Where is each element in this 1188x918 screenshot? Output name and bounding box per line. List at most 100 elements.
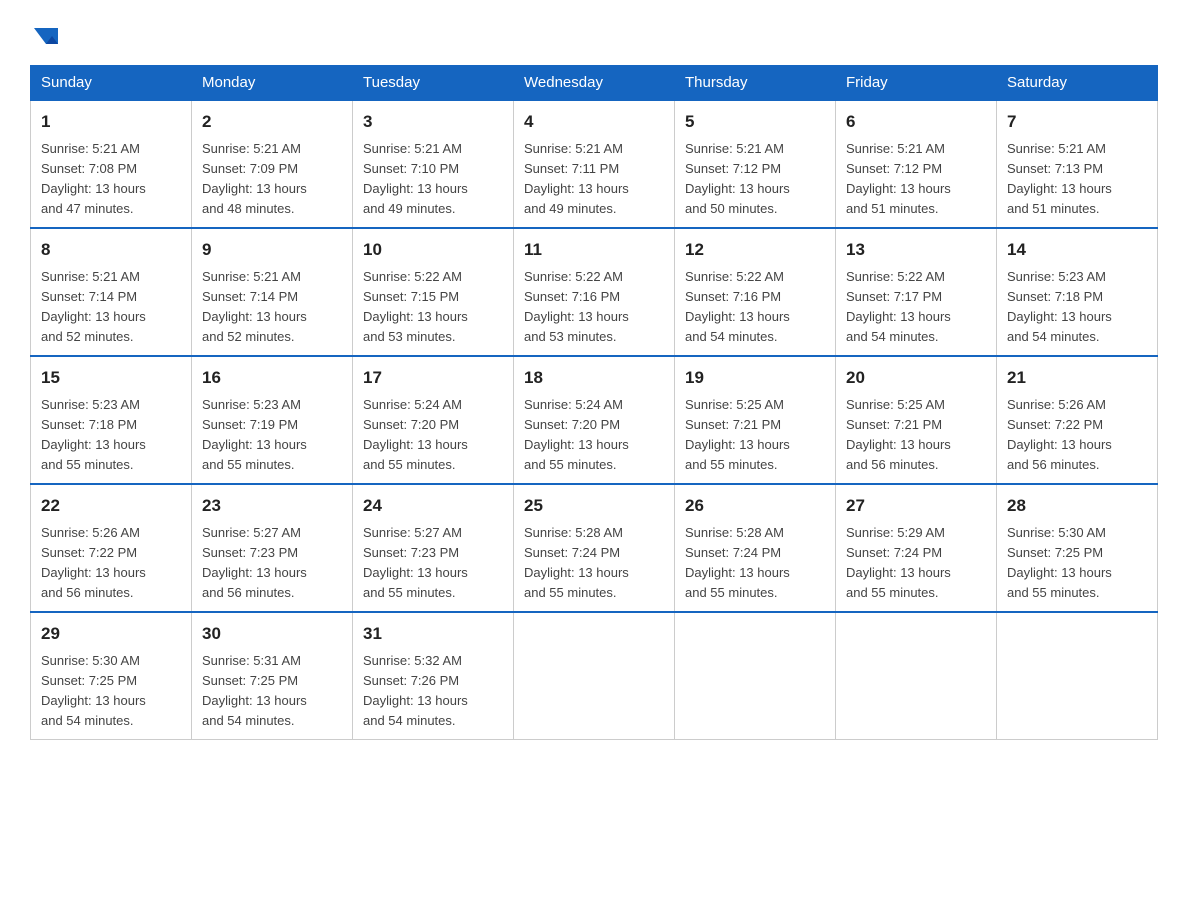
day-info: Sunrise: 5:27 AMSunset: 7:23 PMDaylight:… xyxy=(363,525,468,600)
day-number: 30 xyxy=(202,621,342,647)
day-number: 29 xyxy=(41,621,181,647)
day-number: 7 xyxy=(1007,109,1147,135)
calendar-cell: 18 Sunrise: 5:24 AMSunset: 7:20 PMDaylig… xyxy=(514,356,675,484)
day-number: 22 xyxy=(41,493,181,519)
calendar-cell: 26 Sunrise: 5:28 AMSunset: 7:24 PMDaylig… xyxy=(675,484,836,612)
day-info: Sunrise: 5:28 AMSunset: 7:24 PMDaylight:… xyxy=(524,525,629,600)
day-info: Sunrise: 5:23 AMSunset: 7:18 PMDaylight:… xyxy=(1007,269,1112,344)
weekday-header-monday: Monday xyxy=(192,66,353,101)
day-number: 19 xyxy=(685,365,825,391)
day-info: Sunrise: 5:32 AMSunset: 7:26 PMDaylight:… xyxy=(363,653,468,728)
day-info: Sunrise: 5:22 AMSunset: 7:17 PMDaylight:… xyxy=(846,269,951,344)
calendar-cell xyxy=(836,612,997,740)
calendar-cell: 10 Sunrise: 5:22 AMSunset: 7:15 PMDaylig… xyxy=(353,228,514,356)
day-info: Sunrise: 5:21 AMSunset: 7:12 PMDaylight:… xyxy=(846,141,951,216)
day-number: 14 xyxy=(1007,237,1147,263)
calendar-cell: 19 Sunrise: 5:25 AMSunset: 7:21 PMDaylig… xyxy=(675,356,836,484)
day-info: Sunrise: 5:25 AMSunset: 7:21 PMDaylight:… xyxy=(846,397,951,472)
day-number: 10 xyxy=(363,237,503,263)
day-number: 16 xyxy=(202,365,342,391)
day-number: 13 xyxy=(846,237,986,263)
calendar-cell: 9 Sunrise: 5:21 AMSunset: 7:14 PMDayligh… xyxy=(192,228,353,356)
calendar-cell: 5 Sunrise: 5:21 AMSunset: 7:12 PMDayligh… xyxy=(675,100,836,228)
weekday-header-row: SundayMondayTuesdayWednesdayThursdayFrid… xyxy=(31,66,1158,101)
day-number: 31 xyxy=(363,621,503,647)
weekday-header-wednesday: Wednesday xyxy=(514,66,675,101)
calendar-cell: 27 Sunrise: 5:29 AMSunset: 7:24 PMDaylig… xyxy=(836,484,997,612)
calendar-cell: 11 Sunrise: 5:22 AMSunset: 7:16 PMDaylig… xyxy=(514,228,675,356)
day-number: 3 xyxy=(363,109,503,135)
day-number: 2 xyxy=(202,109,342,135)
calendar-cell: 23 Sunrise: 5:27 AMSunset: 7:23 PMDaylig… xyxy=(192,484,353,612)
calendar-cell: 25 Sunrise: 5:28 AMSunset: 7:24 PMDaylig… xyxy=(514,484,675,612)
calendar-cell: 22 Sunrise: 5:26 AMSunset: 7:22 PMDaylig… xyxy=(31,484,192,612)
calendar-cell: 1 Sunrise: 5:21 AMSunset: 7:08 PMDayligh… xyxy=(31,100,192,228)
page-header xyxy=(30,20,1158,55)
day-number: 21 xyxy=(1007,365,1147,391)
weekday-header-tuesday: Tuesday xyxy=(353,66,514,101)
week-row-5: 29 Sunrise: 5:30 AMSunset: 7:25 PMDaylig… xyxy=(31,612,1158,740)
day-info: Sunrise: 5:28 AMSunset: 7:24 PMDaylight:… xyxy=(685,525,790,600)
day-info: Sunrise: 5:26 AMSunset: 7:22 PMDaylight:… xyxy=(41,525,146,600)
calendar-cell: 15 Sunrise: 5:23 AMSunset: 7:18 PMDaylig… xyxy=(31,356,192,484)
calendar-cell xyxy=(514,612,675,740)
day-number: 8 xyxy=(41,237,181,263)
day-info: Sunrise: 5:21 AMSunset: 7:11 PMDaylight:… xyxy=(524,141,629,216)
calendar-cell: 12 Sunrise: 5:22 AMSunset: 7:16 PMDaylig… xyxy=(675,228,836,356)
week-row-1: 1 Sunrise: 5:21 AMSunset: 7:08 PMDayligh… xyxy=(31,100,1158,228)
day-info: Sunrise: 5:26 AMSunset: 7:22 PMDaylight:… xyxy=(1007,397,1112,472)
logo-icon xyxy=(32,22,60,50)
calendar-cell: 28 Sunrise: 5:30 AMSunset: 7:25 PMDaylig… xyxy=(997,484,1158,612)
day-info: Sunrise: 5:21 AMSunset: 7:10 PMDaylight:… xyxy=(363,141,468,216)
calendar-cell: 24 Sunrise: 5:27 AMSunset: 7:23 PMDaylig… xyxy=(353,484,514,612)
day-number: 12 xyxy=(685,237,825,263)
day-info: Sunrise: 5:30 AMSunset: 7:25 PMDaylight:… xyxy=(1007,525,1112,600)
day-number: 18 xyxy=(524,365,664,391)
calendar-cell: 16 Sunrise: 5:23 AMSunset: 7:19 PMDaylig… xyxy=(192,356,353,484)
calendar-cell: 29 Sunrise: 5:30 AMSunset: 7:25 PMDaylig… xyxy=(31,612,192,740)
calendar-cell: 2 Sunrise: 5:21 AMSunset: 7:09 PMDayligh… xyxy=(192,100,353,228)
day-number: 24 xyxy=(363,493,503,519)
week-row-2: 8 Sunrise: 5:21 AMSunset: 7:14 PMDayligh… xyxy=(31,228,1158,356)
day-info: Sunrise: 5:21 AMSunset: 7:12 PMDaylight:… xyxy=(685,141,790,216)
calendar-cell: 17 Sunrise: 5:24 AMSunset: 7:20 PMDaylig… xyxy=(353,356,514,484)
calendar-cell: 21 Sunrise: 5:26 AMSunset: 7:22 PMDaylig… xyxy=(997,356,1158,484)
calendar-cell: 20 Sunrise: 5:25 AMSunset: 7:21 PMDaylig… xyxy=(836,356,997,484)
day-info: Sunrise: 5:24 AMSunset: 7:20 PMDaylight:… xyxy=(363,397,468,472)
day-number: 17 xyxy=(363,365,503,391)
day-number: 1 xyxy=(41,109,181,135)
day-info: Sunrise: 5:23 AMSunset: 7:19 PMDaylight:… xyxy=(202,397,307,472)
calendar-cell: 30 Sunrise: 5:31 AMSunset: 7:25 PMDaylig… xyxy=(192,612,353,740)
day-number: 28 xyxy=(1007,493,1147,519)
calendar-cell xyxy=(675,612,836,740)
day-info: Sunrise: 5:21 AMSunset: 7:09 PMDaylight:… xyxy=(202,141,307,216)
week-row-4: 22 Sunrise: 5:26 AMSunset: 7:22 PMDaylig… xyxy=(31,484,1158,612)
calendar-cell: 4 Sunrise: 5:21 AMSunset: 7:11 PMDayligh… xyxy=(514,100,675,228)
day-number: 4 xyxy=(524,109,664,135)
weekday-header-saturday: Saturday xyxy=(997,66,1158,101)
day-info: Sunrise: 5:22 AMSunset: 7:16 PMDaylight:… xyxy=(685,269,790,344)
day-info: Sunrise: 5:21 AMSunset: 7:08 PMDaylight:… xyxy=(41,141,146,216)
day-info: Sunrise: 5:25 AMSunset: 7:21 PMDaylight:… xyxy=(685,397,790,472)
weekday-header-friday: Friday xyxy=(836,66,997,101)
calendar-cell: 13 Sunrise: 5:22 AMSunset: 7:17 PMDaylig… xyxy=(836,228,997,356)
weekday-header-thursday: Thursday xyxy=(675,66,836,101)
day-info: Sunrise: 5:31 AMSunset: 7:25 PMDaylight:… xyxy=(202,653,307,728)
calendar-cell: 3 Sunrise: 5:21 AMSunset: 7:10 PMDayligh… xyxy=(353,100,514,228)
calendar-cell: 7 Sunrise: 5:21 AMSunset: 7:13 PMDayligh… xyxy=(997,100,1158,228)
day-number: 11 xyxy=(524,237,664,263)
day-info: Sunrise: 5:23 AMSunset: 7:18 PMDaylight:… xyxy=(41,397,146,472)
day-number: 20 xyxy=(846,365,986,391)
calendar-cell: 14 Sunrise: 5:23 AMSunset: 7:18 PMDaylig… xyxy=(997,228,1158,356)
calendar-cell: 8 Sunrise: 5:21 AMSunset: 7:14 PMDayligh… xyxy=(31,228,192,356)
calendar-cell: 6 Sunrise: 5:21 AMSunset: 7:12 PMDayligh… xyxy=(836,100,997,228)
day-info: Sunrise: 5:29 AMSunset: 7:24 PMDaylight:… xyxy=(846,525,951,600)
day-number: 25 xyxy=(524,493,664,519)
day-number: 6 xyxy=(846,109,986,135)
day-info: Sunrise: 5:27 AMSunset: 7:23 PMDaylight:… xyxy=(202,525,307,600)
day-info: Sunrise: 5:21 AMSunset: 7:13 PMDaylight:… xyxy=(1007,141,1112,216)
day-number: 27 xyxy=(846,493,986,519)
calendar-cell xyxy=(997,612,1158,740)
day-number: 23 xyxy=(202,493,342,519)
day-info: Sunrise: 5:22 AMSunset: 7:16 PMDaylight:… xyxy=(524,269,629,344)
